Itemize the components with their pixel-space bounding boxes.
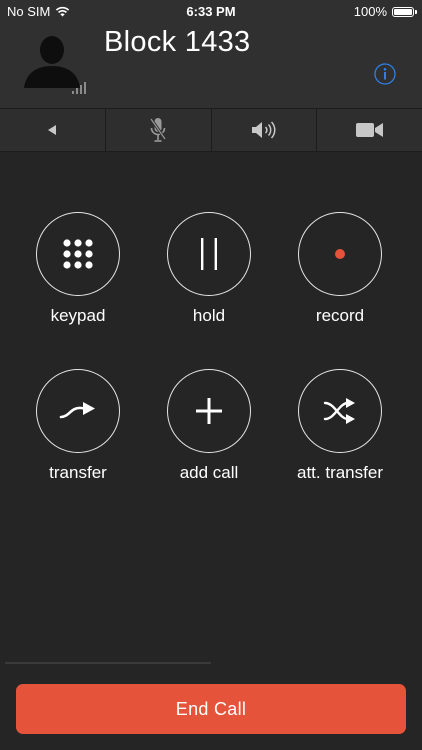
record-action: record bbox=[280, 212, 400, 326]
keypad-label: keypad bbox=[50, 306, 106, 325]
record-button[interactable] bbox=[298, 212, 382, 296]
status-right: 100% bbox=[353, 4, 417, 19]
att-transfer-label: att. transfer bbox=[297, 463, 383, 482]
hold-label: hold bbox=[192, 306, 226, 325]
status-bar: No SIM 6:33 PM 100% bbox=[0, 0, 422, 22]
att-transfer-button[interactable] bbox=[298, 369, 382, 453]
plus-icon bbox=[196, 398, 222, 424]
speaker-icon bbox=[251, 121, 276, 139]
video-button[interactable] bbox=[317, 109, 422, 151]
info-icon[interactable] bbox=[374, 63, 396, 85]
att-transfer-action: att. transfer bbox=[280, 369, 400, 483]
hold-action: hold bbox=[149, 212, 269, 326]
transfer-label: transfer bbox=[49, 463, 107, 482]
transfer-arrow-icon bbox=[59, 402, 95, 419]
add-call-button[interactable] bbox=[167, 369, 251, 453]
battery-percent: 100% bbox=[353, 4, 387, 19]
keypad-icon bbox=[63, 239, 93, 269]
keypad-button[interactable] bbox=[36, 212, 120, 296]
shuffle-icon bbox=[323, 398, 355, 424]
keypad-action: keypad bbox=[18, 212, 138, 326]
speaker-button[interactable] bbox=[212, 109, 318, 151]
back-arrow-icon bbox=[48, 125, 57, 135]
caller-name: Block 1433 bbox=[104, 26, 251, 58]
progress-divider bbox=[5, 662, 211, 664]
record-icon bbox=[335, 249, 345, 259]
hold-button[interactable] bbox=[167, 212, 251, 296]
battery-tip bbox=[415, 9, 417, 14]
back-button[interactable] bbox=[0, 109, 106, 151]
pause-icon bbox=[201, 238, 217, 270]
battery-icon bbox=[392, 6, 417, 17]
transfer-button[interactable] bbox=[36, 369, 120, 453]
call-toolbar bbox=[0, 108, 422, 152]
record-label: record bbox=[315, 306, 365, 325]
mute-button[interactable] bbox=[106, 109, 212, 151]
transfer-action: transfer bbox=[18, 369, 138, 483]
add-call-action: add call bbox=[149, 369, 269, 483]
battery-fill bbox=[394, 8, 412, 15]
person-silhouette-icon bbox=[24, 36, 80, 88]
add-call-label: add call bbox=[179, 463, 239, 482]
signal-bars-icon bbox=[72, 82, 86, 94]
video-camera-icon bbox=[355, 123, 383, 137]
microphone-mute-icon bbox=[149, 118, 167, 142]
end-call-button[interactable]: End Call bbox=[16, 684, 406, 734]
